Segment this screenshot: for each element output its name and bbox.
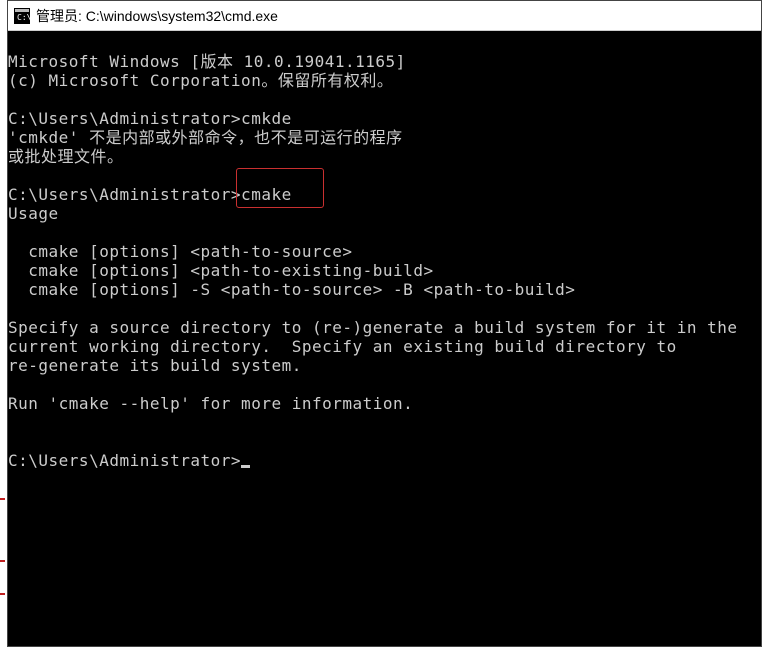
terminal-area[interactable]: Microsoft Windows [版本 10.0.19041.1165] (… <box>8 31 761 646</box>
cmd-window: C:\ 管理员: C:\windows\system32\cmd.exe Mic… <box>7 0 762 647</box>
output-line: cmake [options] <path-to-source> <box>8 242 353 261</box>
output-line: (c) Microsoft Corporation。保留所有权利。 <box>8 71 393 90</box>
output-line: re-generate its build system. <box>8 356 302 375</box>
output-line: 或批处理文件。 <box>8 147 124 166</box>
prompt-line: C:\Users\Administrator> <box>8 451 250 470</box>
output-line: current working directory. Specify an ex… <box>8 337 677 356</box>
output-line: 'cmkde' 不是内部或外部命令，也不是可运行的程序 <box>8 128 403 147</box>
svg-text:C:\: C:\ <box>17 13 30 22</box>
output-line: cmake [options] <path-to-existing-build> <box>8 261 434 280</box>
output-line: Run 'cmake --help' for more information. <box>8 394 413 413</box>
window-title: 管理员: C:\windows\system32\cmd.exe <box>36 6 278 26</box>
annotation-underline <box>0 498 5 500</box>
annotation-underline <box>0 560 5 562</box>
output-line: Specify a source directory to (re-)gener… <box>8 318 738 337</box>
output-line: cmake [options] -S <path-to-source> -B <… <box>8 280 575 299</box>
titlebar[interactable]: C:\ 管理员: C:\windows\system32\cmd.exe <box>8 1 761 31</box>
annotation-underline <box>0 593 5 595</box>
output-line: Usage <box>8 204 59 223</box>
prompt-text: C:\Users\Administrator> <box>8 451 241 470</box>
prompt-line: C:\Users\Administrator>cmake <box>8 185 292 204</box>
output-line: Microsoft Windows [版本 10.0.19041.1165] <box>8 52 406 71</box>
cursor <box>241 465 250 468</box>
prompt-line: C:\Users\Administrator>cmkde <box>8 109 292 128</box>
cmd-icon: C:\ <box>14 8 30 24</box>
